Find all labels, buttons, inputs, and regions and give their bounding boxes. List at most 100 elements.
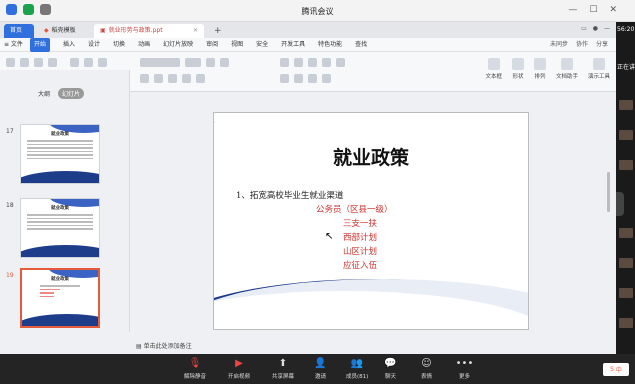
file-menu[interactable]: ≡ 文件 [4,38,23,52]
tab-close-icon[interactable]: ✕ [193,24,198,38]
collab-button[interactable]: 协作 [576,38,588,52]
ribbon-group-font-style [140,74,205,83]
slide-thumbnail[interactable]: 就业政策 [20,198,100,258]
menu-design[interactable]: 设计 [88,38,100,52]
close-icon[interactable]: ✕ [609,5,617,15]
new-slide-icon[interactable] [70,58,79,67]
menu-features[interactable]: 特色功能 [318,38,342,52]
tab-template[interactable]: ◆ 稻壳模板 [38,24,90,38]
emoji-icon: ☺ [421,358,432,369]
more-button[interactable]: ••• 更多 [456,357,474,380]
font-size-icon[interactable] [185,58,201,67]
align-center-icon[interactable] [294,74,303,83]
participant-video[interactable] [619,130,633,140]
scrollbar-thumb[interactable] [606,172,610,212]
share-screen-icon: ⬆ [278,358,288,369]
textbox-button[interactable]: 文本框 [485,58,502,80]
chat-label: 聊天 [384,374,396,380]
bullets-icon[interactable] [280,58,289,67]
unmute-button[interactable]: 🎙 解除静音 [184,357,206,380]
invite-button[interactable]: 👤 邀请 [314,357,327,380]
font-color-icon[interactable] [196,74,205,83]
members-button[interactable]: 👥 成员(81) [346,357,368,380]
slide-subitem[interactable]: 山区计划 [343,245,377,257]
align-right-icon[interactable] [308,74,317,83]
tab-slides[interactable]: 幻灯片 [58,88,85,99]
outdent-icon[interactable] [322,58,331,67]
align-left-icon[interactable] [280,74,289,83]
chat-button[interactable]: 💬 聊天 [384,357,397,380]
indent-icon[interactable] [308,58,317,67]
slide-subitem[interactable]: 西部计划 [343,231,377,243]
participant-video[interactable] [619,100,633,110]
menu-start[interactable]: 开始 [30,38,51,52]
justify-icon[interactable] [322,74,331,83]
shrink-font-icon[interactable] [220,58,229,67]
maximize-icon[interactable]: ☐ [589,5,597,15]
slide-title[interactable]: 就业政策 [214,143,528,170]
arrange-label: 排列 [534,74,546,80]
numbering-icon[interactable] [294,58,303,67]
slide-bullet[interactable]: 1、拓宽高校毕业生就业渠道 [236,189,343,201]
menu-devtools[interactable]: 开发工具 [281,38,305,52]
slide-subitem[interactable]: 公务员（区县一级） [316,203,393,215]
main-slide-canvas[interactable]: 就业政策 1、拓宽高校毕业生就业渠道 公务员（区县一级） 三支一扶 西部计划 山… [213,112,529,330]
menu-view[interactable]: 视图 [231,38,243,52]
menu-security[interactable]: 安全 [256,38,268,52]
underline-icon[interactable] [168,74,177,83]
menu-animation[interactable]: 动画 [138,38,150,52]
slide-subitem[interactable]: 应征入伍 [343,259,377,271]
shape-button[interactable]: 形状 [511,58,524,80]
tab-outline[interactable]: 大纲 [34,88,54,99]
window-minimize-icon[interactable]: — [604,25,610,32]
share-screen-button[interactable]: ⬆ 共享屏幕 [272,357,294,380]
paste-icon[interactable] [6,58,15,67]
avatar[interactable]: ● [593,25,598,32]
slide-thumbnail[interactable]: 就业政策 [20,124,100,184]
layout-slide-icon[interactable] [84,58,93,67]
sync-status[interactable]: 未同步 [550,38,568,52]
presentation-tools-button[interactable]: 演示工具 [588,58,610,80]
grow-font-icon[interactable] [206,58,215,67]
menu-review[interactable]: 审阅 [206,38,218,52]
ime-indicator[interactable]: S中 [603,363,629,376]
copy-icon[interactable] [34,58,43,67]
new-tab-button[interactable]: + [208,24,228,38]
vertical-scrollbar[interactable] [602,142,614,232]
slide-subitem[interactable]: 三支一扶 [343,217,377,229]
format-painter-icon[interactable] [48,58,57,67]
ribbon-group-slides [70,58,107,67]
shape-label: 形状 [512,74,524,80]
menu-slideshow[interactable]: 幻灯片放映 [163,38,193,52]
cut-icon[interactable] [20,58,29,67]
arrange-button[interactable]: 排列 [533,58,546,80]
menu-insert[interactable]: 插入 [63,38,75,52]
strike-icon[interactable] [182,74,191,83]
font-family-icon[interactable] [140,58,180,67]
notes-area[interactable]: ▤ 单击此处添加备注 [136,341,192,350]
minimize-icon[interactable]: — [568,5,577,15]
collapse-strip-button[interactable] [616,192,624,216]
share-button[interactable]: 分享 [596,38,608,52]
slide-thumbnail-selected[interactable]: 就业政策 [20,268,100,328]
reset-icon[interactable] [98,58,107,67]
participant-video[interactable] [619,160,633,170]
start-video-button[interactable]: ▶ 开启视频 [228,357,250,380]
bold-icon[interactable] [140,74,149,83]
participant-video[interactable] [619,228,633,238]
participant-video[interactable] [619,258,633,268]
emoji-button[interactable]: ☺ 表情 [420,357,433,380]
tab-home[interactable]: 首页 [4,24,34,38]
ribbon-group-clipboard [6,58,57,67]
participant-video[interactable] [619,288,633,298]
menu-search[interactable]: 查找 [355,38,367,52]
menu-transition[interactable]: 切换 [113,38,125,52]
doc-assistant-button[interactable]: 文档助手 [556,58,578,80]
participant-video[interactable] [619,318,633,328]
tab-document[interactable]: ▣ 就业形势与政策.ppt ✕ [94,24,204,38]
layout-icon[interactable]: ▭ [581,25,587,32]
italic-icon[interactable] [154,74,163,83]
line-spacing-icon[interactable] [336,58,345,67]
slide-number: 18 [6,202,14,209]
more-label: 更多 [458,374,470,380]
